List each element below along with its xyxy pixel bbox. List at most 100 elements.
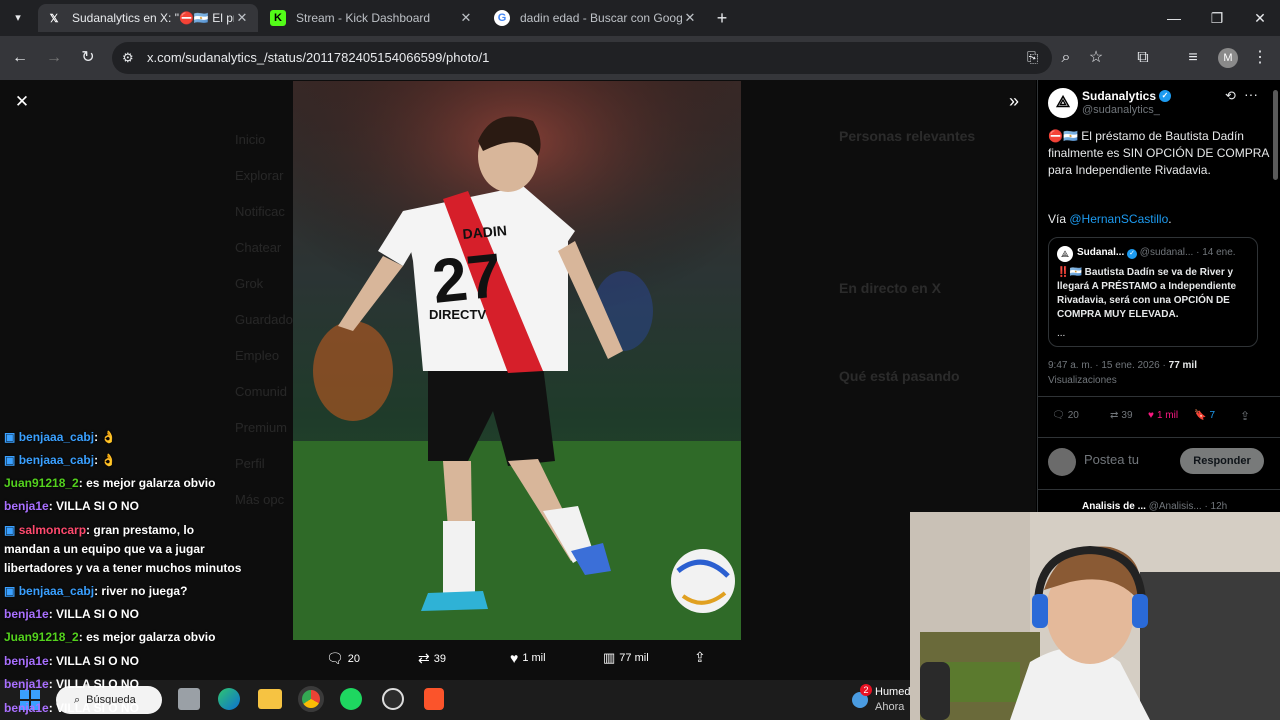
new-tab-button[interactable]: +	[712, 8, 732, 28]
photo-reply-button[interactable]: 🗨 20	[326, 650, 360, 667]
tweet-text: ⛔🇦🇷 El préstamo de Bautista Dadín finalm…	[1048, 129, 1269, 177]
media-controls-icon[interactable]: ≡	[1183, 48, 1203, 68]
repost-button[interactable]: ⇄ 39	[1110, 410, 1133, 421]
like-button[interactable]: ♥ 1 mil	[1148, 410, 1178, 421]
mention-link[interactable]: @HernanSCastillo	[1069, 212, 1168, 226]
extensions-icon[interactable]: ⧉	[1133, 48, 1153, 68]
reload-button[interactable]: ↻	[78, 48, 98, 68]
heart-icon: ♥	[1148, 410, 1154, 421]
views-total: 77 mil	[1168, 360, 1197, 371]
file-explorer-icon[interactable]	[258, 689, 282, 709]
quoted-tweet[interactable]: ⟁ Sudanal... ✓ @sudanal... · 14 ene. ‼️🇦…	[1048, 237, 1258, 347]
reply-count: 20	[1067, 410, 1079, 421]
site-info-icon[interactable]: ⚙	[122, 50, 134, 66]
chat-badge-icon: ▣	[4, 523, 16, 537]
chat-text: : es mejor galarza obvio	[78, 630, 216, 644]
close-tab-icon[interactable]: ✕	[682, 10, 698, 26]
photo-like-button[interactable]: ♥ 1 mil	[510, 650, 546, 666]
bookmark-star-icon[interactable]: ☆	[1086, 48, 1106, 68]
maximize-button[interactable]: ❐	[1207, 8, 1227, 28]
photo-repost-button[interactable]: ⇄ 39	[418, 650, 446, 667]
timestamp-text[interactable]: 9:47 a. m. · 15 ene. 2026 ·	[1048, 360, 1169, 371]
close-window-button[interactable]: ✕	[1250, 8, 1270, 28]
grok-icon[interactable]: ⟲	[1225, 88, 1236, 104]
bg-nav-item: Empleo	[235, 348, 280, 363]
like-count: 1 mil	[522, 652, 546, 664]
bg-nav-item: Grok	[235, 276, 264, 291]
chat-message: ▣ salmoncarp: gran prestamo, lo	[4, 523, 194, 537]
profile-avatar[interactable]: M	[1218, 48, 1238, 68]
webcam-overlay	[910, 512, 1280, 720]
panel-scrollbar[interactable]	[1273, 90, 1278, 180]
via-prefix: Vía	[1048, 212, 1070, 226]
chat-text: : 👌	[94, 430, 117, 444]
reply-submit-button[interactable]: Responder	[1180, 448, 1264, 474]
x-logo-icon: 𝕏	[49, 12, 59, 25]
verified-badge-icon: ✓	[1127, 249, 1138, 259]
share-icon[interactable]: ⇪	[694, 649, 706, 666]
weather-widget[interactable]: 2 Humed Ahora	[848, 684, 910, 716]
chat-message-continued: mandan a un equipo que va a jugar	[4, 542, 205, 556]
close-viewer-icon[interactable]: ✕	[12, 92, 32, 112]
chat-username: benja1e	[4, 499, 49, 513]
chat-message: Juan91218_2: es mejor galarza obvio	[4, 630, 215, 644]
obs-icon[interactable]	[382, 688, 404, 710]
task-view-icon[interactable]	[178, 688, 200, 710]
bg-heading: En directo en X	[839, 280, 941, 296]
chat-username: Juan91218_2	[4, 476, 79, 490]
via-suffix: .	[1168, 212, 1172, 226]
tab-search-button[interactable]: ▾	[8, 8, 28, 28]
chat-message: benja1e: VILLA SI O NO	[4, 677, 139, 691]
tab-sudanalytics[interactable]: 𝕏 Sudanalytics en X: "⛔🇦🇷 El pré ✕	[38, 4, 258, 32]
minimize-button[interactable]: —	[1164, 8, 1184, 28]
author-avatar[interactable]: ⟁	[1048, 88, 1078, 118]
chat-username: benjaaa_cabj	[18, 430, 95, 444]
author-name[interactable]: Sudanalytics ✓	[1082, 89, 1172, 103]
chat-message: benja1e: VILLA SI O NO	[4, 654, 139, 668]
reply-composer: Postea tu Responder	[1038, 438, 1280, 490]
views-count: 77 mil	[619, 652, 649, 664]
chat-text: : VILLA SI O NO	[48, 677, 139, 691]
chat-text: : VILLA SI O NO	[48, 701, 139, 715]
close-tab-icon[interactable]: ✕	[458, 10, 474, 26]
chat-username: salmoncarp	[18, 523, 87, 537]
views-chart-icon: ▥	[603, 650, 616, 665]
reply-count: 20	[347, 652, 361, 665]
chat-text: : VILLA SI O NO	[48, 499, 139, 513]
more-options-icon[interactable]: ···	[1244, 86, 1258, 102]
chat-text: : VILLA SI O NO	[48, 607, 139, 621]
author-handle[interactable]: @sudanalytics_	[1082, 104, 1160, 116]
notification-badge: 2	[860, 684, 872, 696]
tab-kick-dashboard[interactable]: K Stream - Kick Dashboard ✕	[262, 4, 482, 32]
close-tab-icon[interactable]: ✕	[234, 10, 250, 26]
collapse-panel-icon[interactable]: »	[1004, 92, 1024, 112]
tab-google-search[interactable]: G dadin edad - Buscar con Google ✕	[486, 4, 706, 32]
chat-text: : 👌	[94, 453, 117, 467]
brave-icon[interactable]	[424, 688, 444, 710]
chrome-taskbar-icon[interactable]	[298, 686, 324, 712]
address-bar[interactable]: ⚙ x.com/sudanalytics_/status/20117824051…	[112, 42, 1052, 74]
repost-icon: ⇄	[1110, 410, 1119, 421]
my-avatar	[1048, 448, 1076, 476]
chrome-menu-icon[interactable]: ⋮	[1250, 48, 1270, 68]
edge-browser-icon[interactable]	[218, 688, 240, 710]
next-reply-header[interactable]: Analisis de ... @Analisis... · 12h	[1082, 501, 1227, 512]
chat-message: benja1e: VILLA SI O NO	[4, 499, 139, 513]
reply-icon: 🗨	[1052, 410, 1065, 421]
bg-nav-item: Chatear	[235, 240, 282, 255]
back-button[interactable]: ←	[10, 48, 30, 68]
reply-input[interactable]: Postea tu	[1084, 452, 1139, 467]
forward-button[interactable]: →	[44, 48, 64, 68]
photo-views-button[interactable]: ▥ 77 mil	[603, 650, 649, 666]
bookmark-button[interactable]: 🔖 7	[1194, 410, 1215, 421]
share-icon[interactable]: ⇪	[1240, 409, 1250, 423]
chat-badge-icon: ▣	[4, 430, 16, 444]
spotify-icon[interactable]	[340, 688, 362, 710]
tweet-photo[interactable]: DADIN 27 DIRECTV	[293, 81, 741, 640]
chat-username: benja1e	[4, 654, 49, 668]
install-app-icon[interactable]: ⎘	[1027, 49, 1038, 66]
chat-badge-icon: ▣	[4, 453, 16, 467]
zoom-icon[interactable]: ⌕	[1056, 48, 1076, 68]
reply-button[interactable]: 🗨 20	[1052, 410, 1079, 421]
tab-label: Sudanalytics en X: "⛔🇦🇷 El pré	[72, 11, 234, 25]
